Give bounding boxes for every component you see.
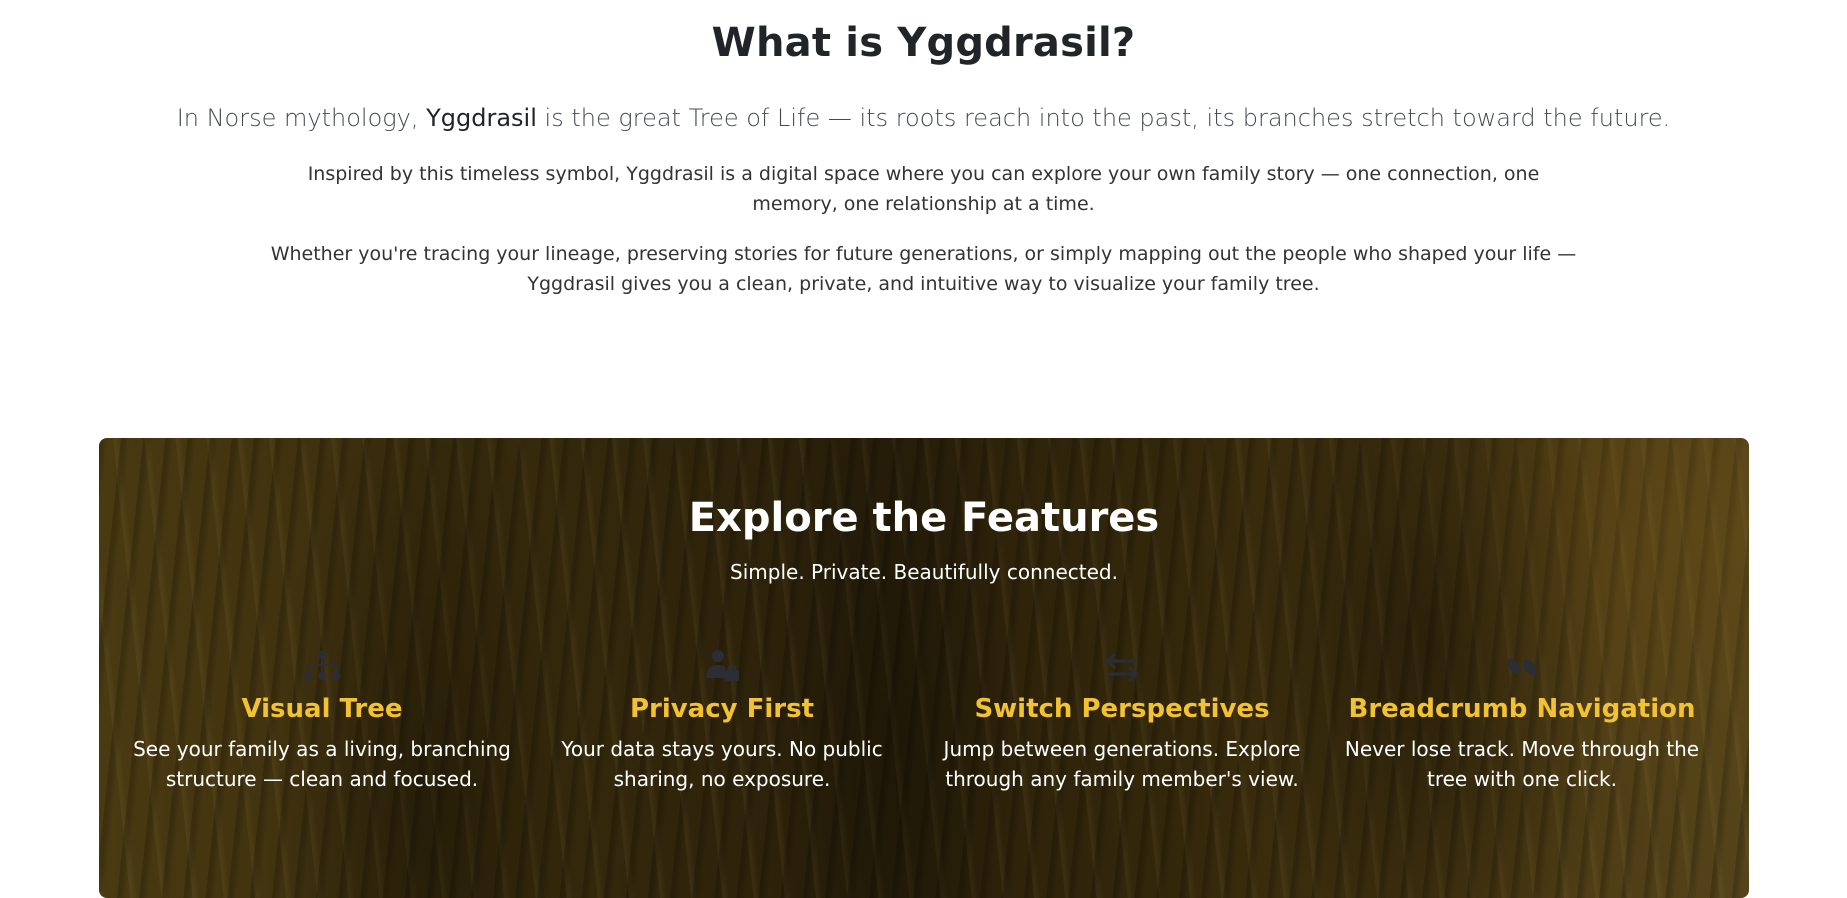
features-section: Explore the Features Simple. Private. Be… — [99, 438, 1749, 898]
feature-title: Breadcrumb Navigation — [1348, 694, 1696, 724]
about-lead-suffix: is the great Tree of Life — its roots re… — [536, 104, 1671, 132]
feature-switch-perspectives: Switch Perspectives Jump between generat… — [932, 648, 1312, 794]
features-subtitle: Simple. Private. Beautifully connected. — [730, 560, 1118, 584]
feature-text: Jump between generations. Explore throug… — [943, 737, 1301, 791]
feature-text: Never lose track. Move through the tree … — [1344, 737, 1700, 791]
features-title: Explore the Features — [688, 495, 1160, 541]
feature-breadcrumb-navigation: Breadcrumb Navigation Never lose track. … — [1332, 648, 1712, 794]
feature-text: Your data stays yours. No public sharing… — [561, 737, 883, 791]
about-title: What is Yggdrasil? — [711, 20, 1136, 66]
sitemap-icon — [300, 648, 344, 686]
feature-text: See your family as a living, branching s… — [133, 737, 511, 791]
about-paragraph-1: Inspired by this timeless symbol, Yggdra… — [307, 163, 1540, 215]
about-lead: In Norse mythology, Yggdrasil is the gre… — [0, 104, 1847, 132]
about-lead-name: Yggdrasil — [426, 104, 537, 132]
shoe-prints-icon — [1500, 648, 1544, 686]
feature-privacy-first: Privacy First Your data stays yours. No … — [532, 648, 912, 794]
feature-title: Privacy First — [629, 694, 815, 724]
about-paragraph-2: Whether you're tracing your lineage, pre… — [270, 243, 1577, 295]
feature-visual-tree: Visual Tree See your family as a living,… — [132, 648, 512, 794]
about-lead-prefix: In Norse mythology, — [176, 104, 427, 132]
user-lock-icon — [700, 648, 744, 686]
feature-title: Visual Tree — [241, 694, 403, 724]
feature-title: Switch Perspectives — [974, 694, 1270, 724]
exchange-arrows-icon — [1100, 648, 1144, 686]
